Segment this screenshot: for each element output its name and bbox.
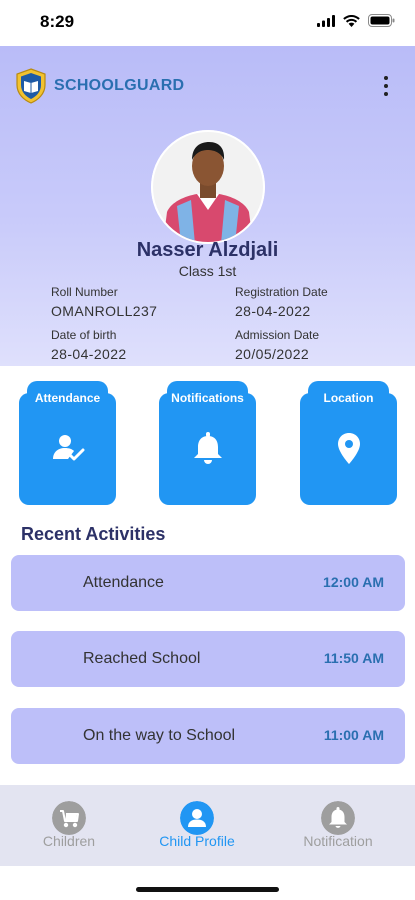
recent-activities-title: Recent Activities [21,524,166,544]
status-bar: 8:29 [0,0,415,46]
registration-date-value: 28-04-2022 [235,303,311,319]
activity-name: Reached School [83,650,201,667]
user-check-icon [53,435,85,461]
nav-item-children[interactable]: Children [0,785,138,866]
notifications-card-label: Notifications [171,391,244,405]
battery-icon [368,14,395,27]
student-avatar [151,130,265,244]
bell-icon [321,801,355,835]
more-options-icon[interactable] [381,76,391,96]
wifi-icon [343,14,360,27]
location-card[interactable]: Location [300,381,397,505]
stroller-icon [52,801,86,835]
roll-number-label: Roll Number [51,285,118,299]
status-time: 8:29 [40,12,75,31]
app-name: SCHOOLGUARD [54,77,185,94]
date-of-birth-value: 28-04-2022 [51,346,127,362]
nav-label-children: Children [42,833,96,849]
profile-header: SCHOOLGUARD Nasser Alzdjali Class 1st Ro… [0,46,415,366]
bottom-navigation: Children Child Profile Notification [0,785,415,866]
roll-number-value: OMANROLL237 [51,303,158,319]
registration-date-label: Registration Date [235,285,328,299]
notifications-card[interactable]: Notifications [159,381,256,505]
nav-item-notification[interactable]: Notification [269,785,407,866]
activity-time: 12:00 AM [323,574,384,590]
activity-item[interactable]: Reached School 11:50 AM [11,631,405,687]
school-shield-logo-icon [16,68,46,104]
activity-item[interactable]: On the way to School 11:00 AM [11,708,405,764]
signal-icon [317,14,335,27]
student-photo [151,130,265,244]
location-card-label: Location [323,391,374,405]
nav-item-child-profile[interactable]: Child Profile [128,785,266,866]
map-pin-icon [338,433,360,464]
person-icon [180,801,214,835]
nav-label-notification: Notification [303,833,373,849]
attendance-card-label: Attendance [34,391,101,405]
attendance-card[interactable]: Attendance [19,381,116,505]
student-class: Class 1st [178,263,237,279]
home-indicator[interactable] [136,887,279,892]
activity-name: On the way to School [83,727,236,744]
activity-time: 11:00 AM [323,727,384,743]
child-profile-screen: 8:29 SCHOOLGUARD Nasser Alzdjali Class 1… [0,0,415,900]
activity-time: 11:50 AM [323,650,384,666]
admission-date-label: Admission Date [235,328,320,342]
bell-icon [194,432,222,464]
nav-label-child-profile: Child Profile [159,833,235,849]
date-of-birth-label: Date of birth [51,328,117,342]
activity-name: Attendance [83,574,164,591]
status-icons [317,14,395,27]
student-name: Nasser Alzdjali [136,239,279,261]
activity-item[interactable]: Attendance 12:00 AM [11,555,405,611]
admission-date-value: 20/05/2022 [235,346,310,362]
